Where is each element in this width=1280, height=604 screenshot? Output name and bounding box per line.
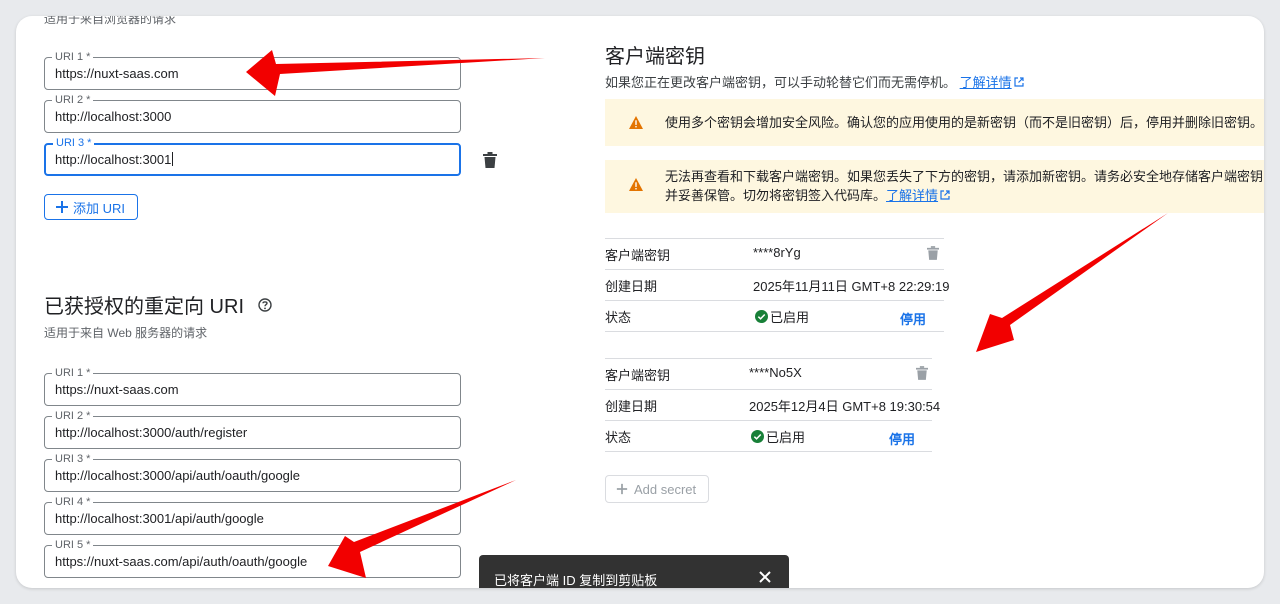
multiple-secrets-warning: 使用多个密钥会增加安全风险。确认您的应用使用的是新密钥（而不是旧密钥）后，停用并… <box>605 99 1264 146</box>
trash-icon[interactable] <box>927 246 939 260</box>
warning-icon <box>629 116 643 129</box>
field-label: URI 1 * <box>52 366 94 380</box>
date-label: 创建日期 <box>605 399 658 414</box>
secret-value: ****No5X <box>749 365 802 380</box>
status-label: 状态 <box>605 430 632 445</box>
field-value: https://nuxt-saas.com <box>55 382 179 397</box>
status-row: 状态 已启用 停用 <box>605 301 944 332</box>
check-circle-icon <box>755 310 768 323</box>
date-value: 2025年12月4日 GMT+8 19:30:54 <box>749 399 941 414</box>
redirect-uri-3-field[interactable]: URI 3 * http://localhost:3000/api/auth/o… <box>44 452 461 492</box>
secret-label: 客户端密钥 <box>605 248 671 263</box>
redirect-uris-caption: 适用于来自 Web 服务器的请求 <box>44 326 208 340</box>
status-value: 已启用 <box>755 307 809 326</box>
status-text: 已启用 <box>766 430 806 445</box>
help-icon[interactable] <box>257 298 272 312</box>
redirect-uri-1-field[interactable]: URI 1 * https://nuxt-saas.com <box>44 366 461 406</box>
copied-snackbar: 已将客户端 ID 复制到剪贴板 <box>479 555 789 588</box>
secret-download-warning: 无法再查看和下载客户端密钥。如果您丢失了下方的密钥，请添加新密钥。请务必安全地存… <box>605 160 1264 213</box>
warning-line-2-text: 并妥善保管。切勿将密钥签入代码库。 <box>665 188 887 203</box>
disable-secret-button[interactable]: 停用 <box>900 309 926 328</box>
description-text: 如果您正在更改客户端密钥，可以手动轮替它们而无需停机。 <box>605 75 957 90</box>
field-value: http://localhost:3001 <box>55 152 172 167</box>
trash-icon[interactable] <box>916 366 928 380</box>
redirect-uris-title-text: 已获授权的重定向 URI <box>44 296 244 318</box>
learn-more-text: 了解详情 <box>959 75 1012 90</box>
add-secret-button[interactable]: Add secret <box>605 475 710 503</box>
status-label: 状态 <box>605 310 632 325</box>
js-origin-uri-3-field[interactable]: URI 3 * http://localhost:3001 <box>44 136 461 176</box>
external-link-icon <box>1014 77 1024 87</box>
redirect-uris-title: 已获授权的重定向 URI <box>44 290 272 319</box>
field-label: URI 5 * <box>52 538 94 552</box>
add-uri-label: 添加 URI <box>73 200 126 216</box>
plus-icon <box>616 483 628 495</box>
date-row: 创建日期 2025年12月4日 GMT+8 19:30:54 <box>605 390 940 421</box>
field-value: http://localhost:3000/auth/register <box>55 425 248 440</box>
status-value: 已启用 <box>751 427 805 446</box>
field-value: http://localhost:3000/api/auth/oauth/goo… <box>55 468 301 483</box>
date-value: 2025年11月11日 GMT+8 22:29:19 <box>753 279 950 294</box>
oauth-client-card: 适用于来自浏览器的请求 URI 1 * https://nuxt-saas.co… <box>16 16 1264 588</box>
add-uri-button[interactable]: 添加 URI <box>44 194 139 220</box>
close-icon[interactable] <box>759 571 771 583</box>
warning-line-1: 无法再查看和下载客户端密钥。如果您丢失了下方的密钥，请添加新密钥。请务必安全地存… <box>665 169 1264 184</box>
trash-icon[interactable] <box>483 152 497 168</box>
learn-more-text: 了解详情 <box>886 188 939 203</box>
learn-more-link[interactable]: 了解详情 <box>960 75 1024 90</box>
field-label: URI 2 * <box>52 409 94 423</box>
date-row: 创建日期 2025年11月11日 GMT+8 22:29:19 <box>605 270 949 301</box>
field-value: https://nuxt-saas.com <box>55 66 179 81</box>
status-text: 已启用 <box>770 310 810 325</box>
js-origins-caption: 适用于来自浏览器的请求 <box>44 16 177 26</box>
field-value: http://localhost:3000 <box>55 109 172 124</box>
external-link-icon <box>940 190 950 200</box>
warning-line-2: 并妥善保管。切勿将密钥签入代码库。了解详情 <box>665 186 1264 205</box>
warning-text: 使用多个密钥会增加安全风险。确认您的应用使用的是新密钥（而不是旧密钥）后，停用并… <box>665 115 1264 130</box>
field-label: URI 3 * <box>53 136 95 150</box>
client-secrets-title: 客户端密钥 <box>605 46 705 68</box>
secret-row: 客户端密钥 ****No5X <box>605 359 932 390</box>
field-label: URI 2 * <box>52 93 94 107</box>
status-row: 状态 已启用 停用 <box>605 421 932 452</box>
learn-more-link[interactable]: 了解详情 <box>886 188 950 203</box>
field-value-wrap: http://localhost:3001 <box>55 152 174 167</box>
field-value: http://localhost:3001/api/auth/google <box>55 511 264 526</box>
secret-2-table: 客户端密钥 ****No5X 创建日期 2025年12月4日 GMT+8 19:… <box>605 358 940 453</box>
redirect-uri-4-field[interactable]: URI 4 * http://localhost:3001/api/auth/g… <box>44 495 461 535</box>
client-secrets-description: 如果您正在更改客户端密钥，可以手动轮替它们而无需停机。 了解详情 <box>605 72 1024 91</box>
date-label: 创建日期 <box>605 279 658 294</box>
disable-secret-button[interactable]: 停用 <box>889 429 915 448</box>
secret-label: 客户端密钥 <box>605 368 671 383</box>
field-value: https://nuxt-saas.com/api/auth/oauth/goo… <box>55 554 308 569</box>
warning-icon <box>629 178 643 191</box>
field-label: URI 1 * <box>52 50 94 64</box>
redirect-uri-5-field[interactable]: URI 5 * https://nuxt-saas.com/api/auth/o… <box>44 538 461 578</box>
text-caret <box>172 152 174 166</box>
redirect-uri-2-field[interactable]: URI 2 * http://localhost:3000/auth/regis… <box>44 409 461 449</box>
warning-text-block: 无法再查看和下载客户端密钥。如果您丢失了下方的密钥，请添加新密钥。请务必安全地存… <box>665 167 1264 205</box>
secret-value: ****8rYg <box>753 245 801 260</box>
js-origin-uri-2-field[interactable]: URI 2 * http://localhost:3000 <box>44 93 461 133</box>
field-label: URI 4 * <box>52 495 94 509</box>
add-secret-label: Add secret <box>634 481 697 497</box>
js-origin-uri-1-field[interactable]: URI 1 * https://nuxt-saas.com <box>44 50 461 90</box>
secret-1-table: 客户端密钥 ****8rYg 创建日期 2025年11月11日 GMT+8 22… <box>605 238 949 333</box>
secret-row: 客户端密钥 ****8rYg <box>605 239 944 270</box>
plus-icon <box>56 201 68 213</box>
check-circle-icon <box>751 430 764 443</box>
snackbar-message: 已将客户端 ID 复制到剪贴板 <box>494 573 658 588</box>
field-label: URI 3 * <box>52 452 94 466</box>
